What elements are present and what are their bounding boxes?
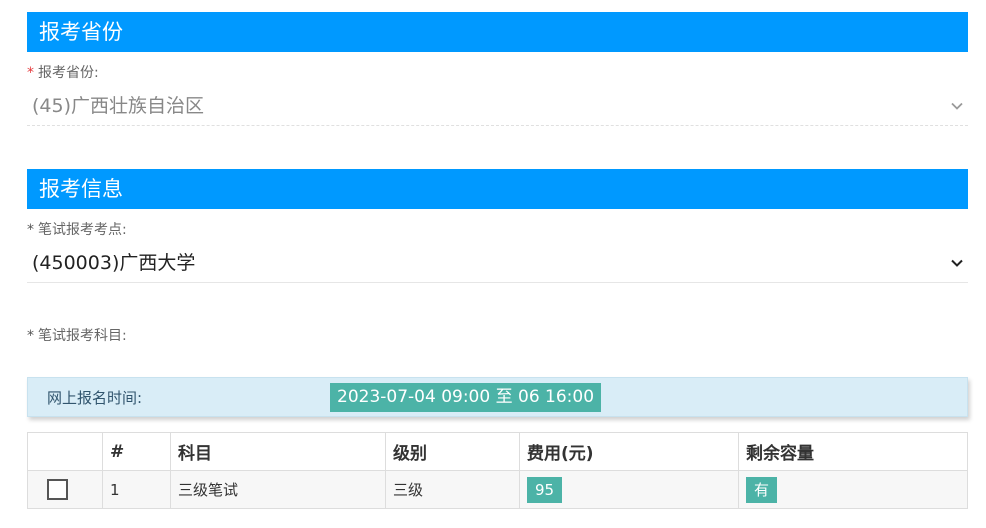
- table-row[interactable]: 1 三级笔试 三级 95 有: [27, 470, 968, 509]
- row-index: 1: [102, 470, 171, 509]
- fee-badge: 95: [527, 476, 563, 503]
- registration-time-label: 网上报名时间:: [47, 389, 143, 407]
- section-header-info: 报考信息: [27, 169, 968, 209]
- column-header-fee: 费用(元): [519, 432, 739, 471]
- province-select[interactable]: (45)广西壮族自治区: [27, 86, 968, 126]
- column-header-subject: 科目: [170, 432, 386, 471]
- column-header-index: #: [102, 432, 171, 471]
- registration-time-bar: 网上报名时间: 2023-07-04 09:00 至 06 16:00: [27, 377, 968, 417]
- exam-subject-label-text: 笔试报考科目:: [38, 328, 127, 344]
- exam-site-label-text: 笔试报考考点:: [38, 222, 127, 238]
- chevron-down-icon: [951, 259, 963, 267]
- row-subject: 三级笔试: [170, 470, 386, 509]
- row-fee-cell: 95: [519, 470, 739, 509]
- province-label-text: 报考省份:: [38, 65, 99, 81]
- column-header-select: [27, 432, 103, 471]
- province-select-value: (45)广西壮族自治区: [32, 95, 205, 117]
- subject-checkbox[interactable]: [47, 479, 68, 500]
- column-header-level: 级别: [385, 432, 520, 471]
- exam-site-select-value: (450003)广西大学: [32, 252, 196, 274]
- section-header-province: 报考省份: [27, 12, 968, 52]
- row-select-cell: [27, 470, 103, 509]
- registration-time-value: 2023-07-04 09:00 至 06 16:00: [330, 383, 602, 412]
- row-level: 三级: [385, 470, 520, 509]
- table-header-row: # 科目 级别 费用(元) 剩余容量: [27, 432, 968, 471]
- exam-subject-label: * 笔试报考科目:: [27, 325, 127, 345]
- page: 报考省份 * 报考省份: (45)广西壮族自治区 报考信息 * 笔试报考考点: (4…: [0, 0, 986, 528]
- chevron-down-icon: [951, 102, 963, 110]
- exam-site-label: * 笔试报考考点:: [27, 219, 127, 239]
- row-capacity-cell: 有: [738, 470, 968, 509]
- column-header-capacity: 剩余容量: [738, 432, 968, 471]
- exam-site-select[interactable]: (450003)广西大学: [27, 243, 968, 283]
- required-mark: *: [27, 328, 34, 344]
- capacity-badge: 有: [746, 476, 778, 503]
- required-mark: *: [27, 222, 34, 238]
- subjects-table: # 科目 级别 费用(元) 剩余容量 1 三级笔试 三级 95 有: [27, 432, 968, 509]
- province-label: * 报考省份:: [27, 62, 99, 82]
- required-mark: *: [27, 65, 34, 81]
